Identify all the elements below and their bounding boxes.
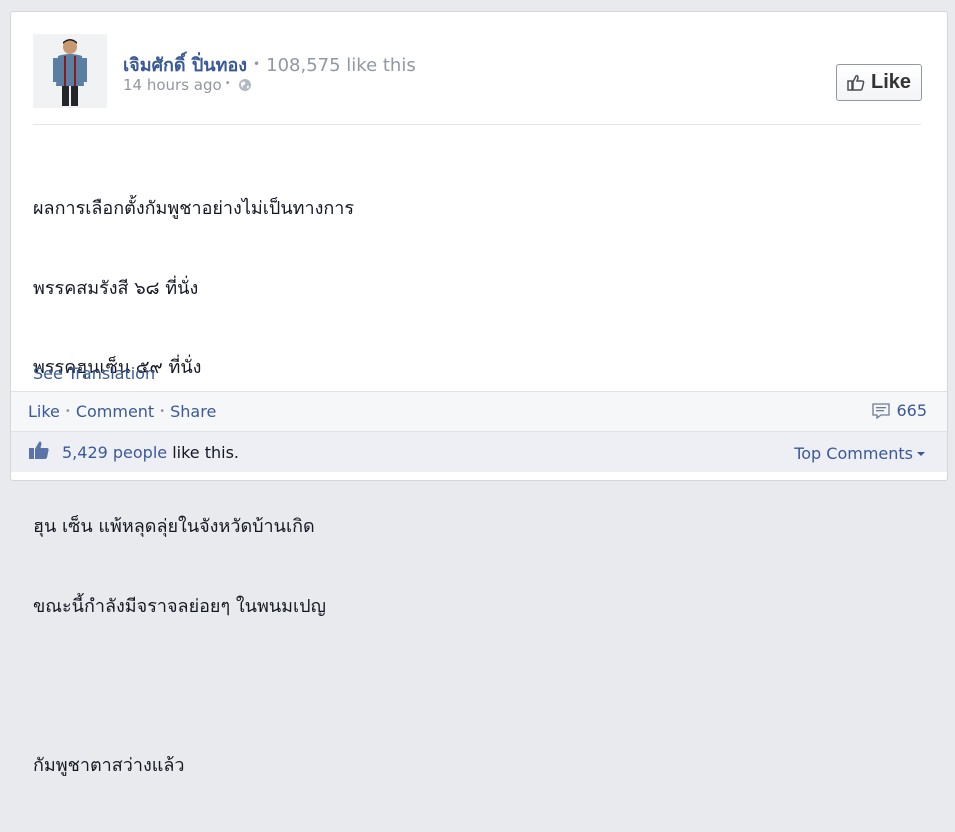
body-line: ขณะนี้กำลังมีจราจลย่อยๆ ในพนมเปญ (33, 595, 326, 617)
body-line: ฮุน เซ็น แพ้หลุดลุ่ยในจังหวัดบ้านเกิด (33, 516, 315, 537)
likes-summary: 5,429 people like this. (62, 443, 239, 462)
header-divider (33, 124, 921, 125)
separator-dot: • (253, 57, 261, 71)
body-line: พรรคสมรังสี ๖๘ ที่นั่ง (33, 277, 199, 299)
likes-summary-bar: 5,429 people like this. Top Comments (11, 431, 947, 472)
page-likes: 108,575 like this (266, 55, 416, 76)
timestamp[interactable]: 14 hours ago (123, 76, 222, 94)
comment-count-value: 665 (896, 401, 927, 420)
thumbs-up-icon (847, 75, 865, 91)
caret-down-icon (917, 452, 925, 456)
top-comments-label: Top Comments (794, 444, 913, 463)
post-body: ผลการเลือกตั้งกัมพูชาอย่างไม่เป็นทางการ … (33, 143, 354, 832)
action-bar: Like • Comment • Share 665 (11, 391, 947, 432)
author-line: เจิมศักดิ์ ปิ่นทอง • 108,575 like this (123, 50, 416, 79)
comment-count[interactable]: 665 (872, 401, 927, 420)
separator-dot: • (64, 406, 71, 417)
share-link[interactable]: Share (170, 402, 216, 421)
avatar[interactable] (33, 34, 107, 108)
comment-icon (872, 402, 891, 419)
likes-suffix: like this. (172, 443, 240, 462)
separator-dot: • (159, 406, 166, 417)
thumbs-up-icon (29, 441, 49, 459)
author-name[interactable]: เจิมศักดิ์ ปิ่นทอง (123, 55, 247, 76)
body-line: กัมพูชาตาสว่างแล้ว (33, 754, 185, 776)
like-link[interactable]: Like (28, 402, 60, 421)
post-card: เจิมศักดิ์ ปิ่นทอง • 108,575 like this 14 … (10, 11, 948, 776)
see-translation-link[interactable]: See Translation (33, 364, 155, 383)
comment-link[interactable]: Comment (76, 402, 154, 421)
like-button-label: Like (870, 71, 912, 93)
action-links: Like • Comment • Share (28, 402, 216, 421)
post-header: เจิมศักดิ์ ปิ่นทอง • 108,575 like this 14 … (11, 12, 947, 124)
top-comments-dropdown[interactable]: Top Comments (794, 444, 925, 463)
body-line: ผลการเลือกตั้งกัมพูชาอย่างไม่เป็นทางการ (33, 198, 355, 219)
people-count-link[interactable]: 5,429 people (62, 443, 167, 462)
post-meta: 14 hours ago • (123, 76, 252, 94)
globe-icon[interactable] (238, 78, 252, 92)
page-like-button[interactable]: Like (836, 64, 922, 101)
separator-dot: • (224, 77, 231, 89)
body-line (33, 673, 354, 700)
